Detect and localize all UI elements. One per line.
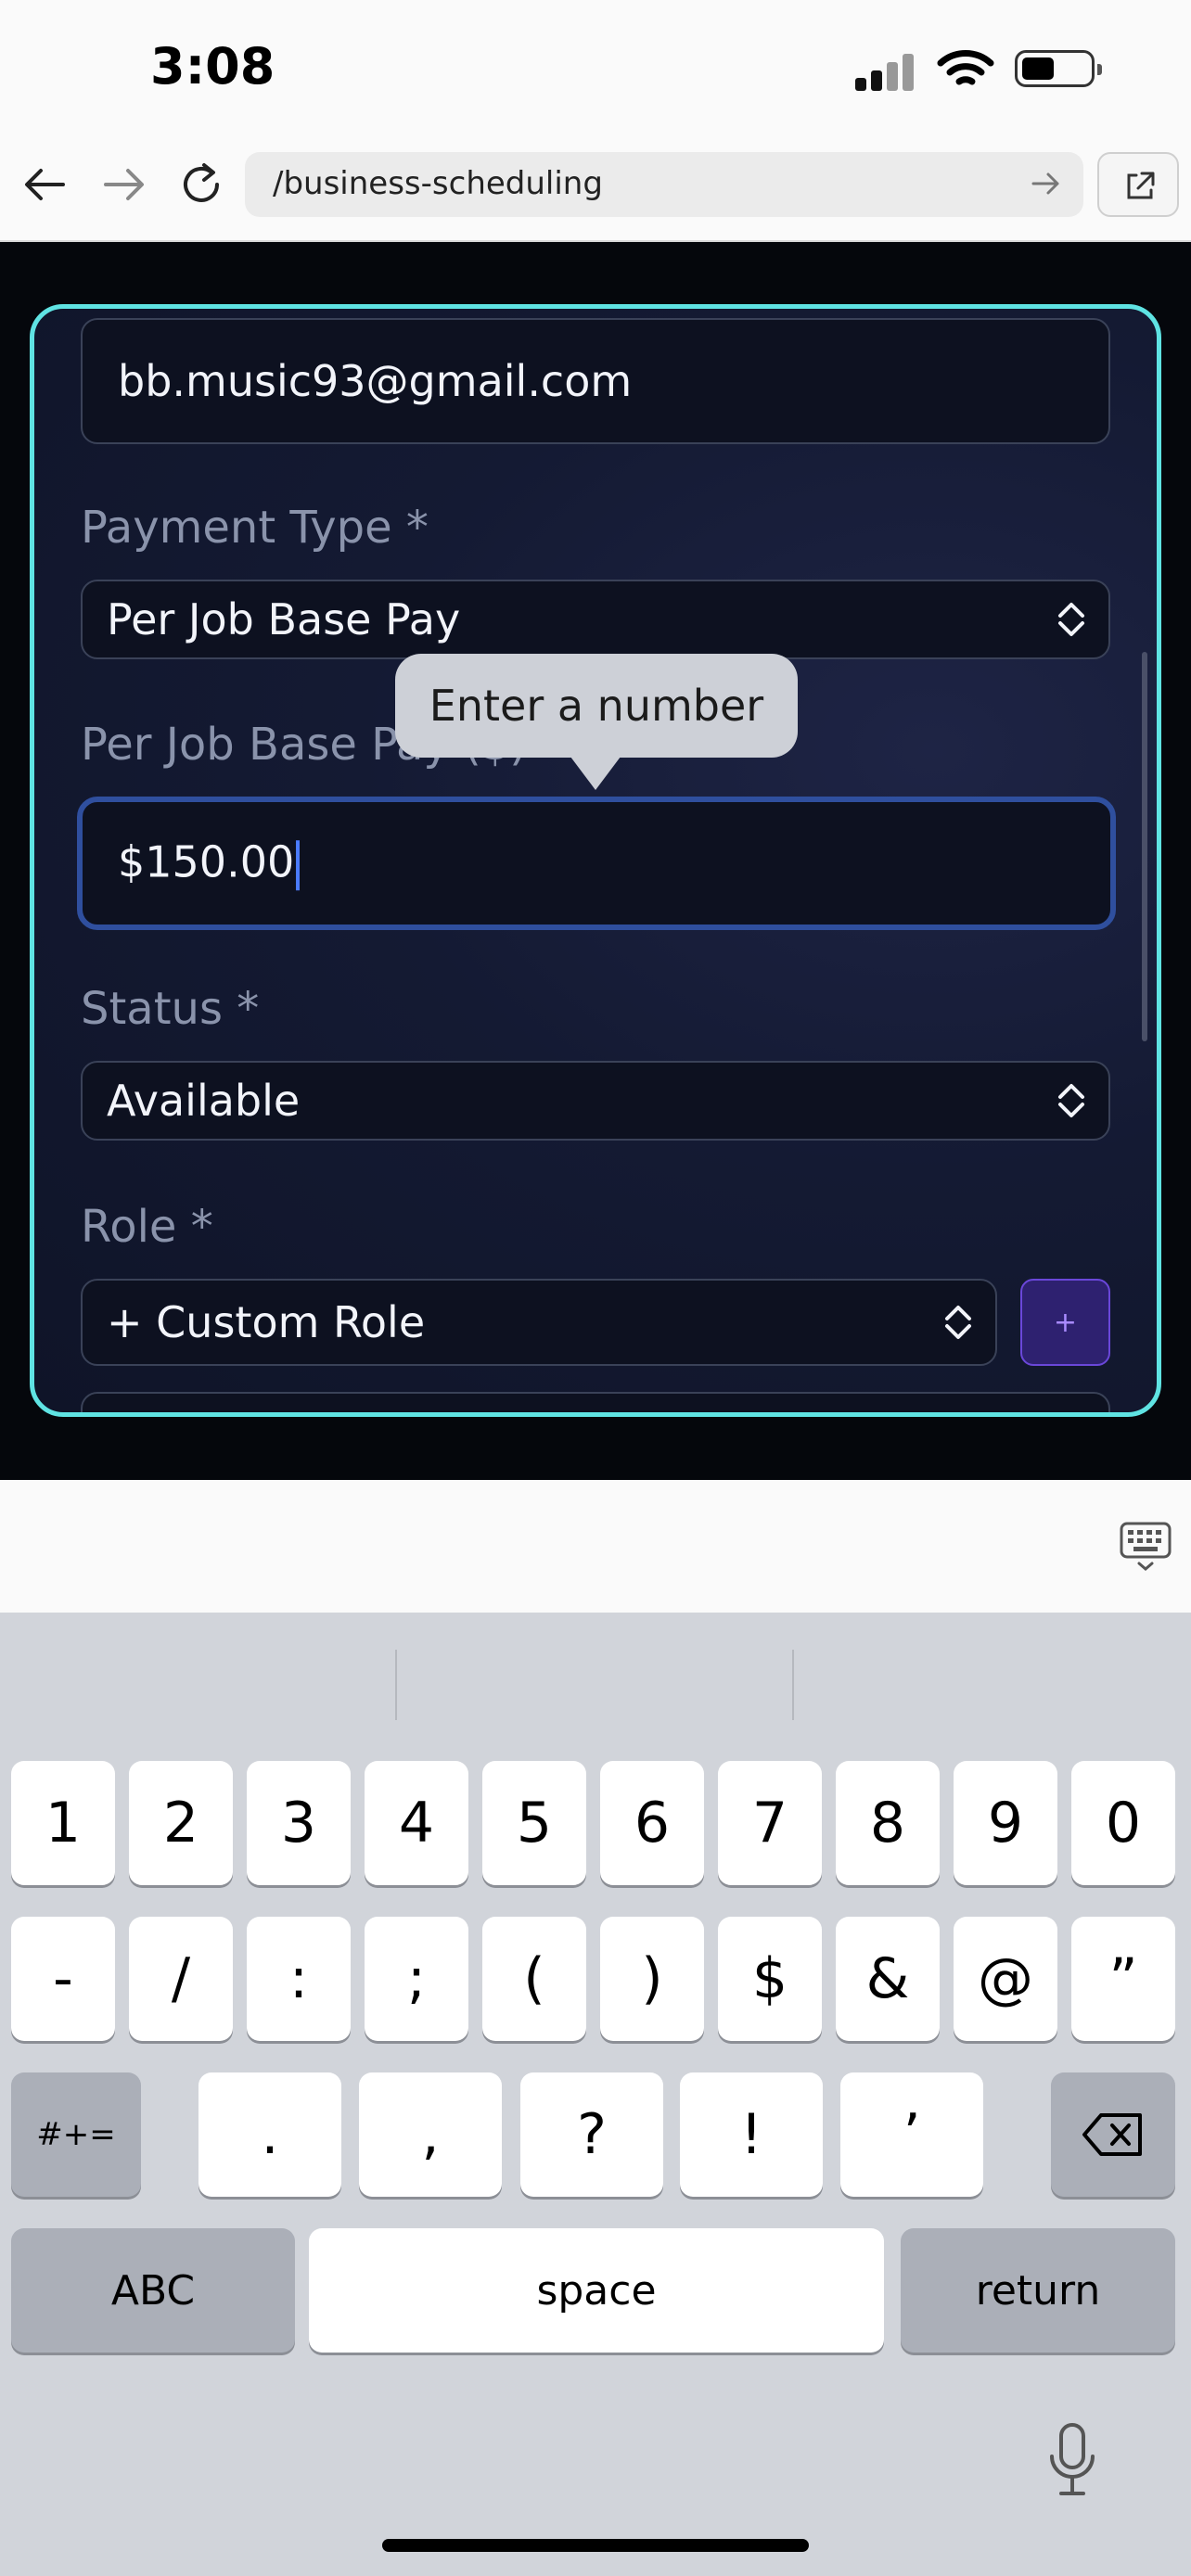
validation-tooltip: Enter a number <box>395 654 798 758</box>
forward-arrow-icon[interactable] <box>102 165 147 204</box>
role-label: Role * <box>81 1201 213 1253</box>
home-indicator <box>382 2539 809 2552</box>
keyboard-accessory-bar <box>0 1480 1191 1613</box>
url-text: /business-scheduling <box>273 165 603 202</box>
keyboard-hide-icon[interactable] <box>1119 1521 1172 1573</box>
key-6[interactable]: 6 <box>600 1761 704 1885</box>
tooltip-arrow <box>568 753 623 790</box>
reload-icon[interactable] <box>176 159 226 210</box>
key-question[interactable]: ? <box>520 2072 663 2197</box>
abc-key[interactable]: ABC <box>11 2228 295 2353</box>
key-period[interactable]: . <box>198 2072 341 2197</box>
key-exclamation[interactable]: ! <box>680 2072 823 2197</box>
key-0[interactable]: 0 <box>1071 1761 1175 1885</box>
text-cursor <box>296 839 301 890</box>
key-1[interactable]: 1 <box>11 1761 115 1885</box>
chevron-updown-icon <box>1058 603 1084 636</box>
microphone-icon[interactable] <box>1044 2421 1100 2499</box>
key-comma[interactable]: , <box>359 2072 502 2197</box>
payment-type-label: Payment Type * <box>81 502 429 554</box>
staff-form-modal: bb.music93@gmail.com Payment Type * Per … <box>30 304 1161 1417</box>
add-role-button[interactable]: + <box>1020 1279 1110 1366</box>
key-7[interactable]: 7 <box>718 1761 822 1885</box>
wifi-icon <box>937 50 994 85</box>
modal-scrollbar[interactable] <box>1142 652 1147 1041</box>
status-select[interactable]: Available <box>81 1061 1110 1141</box>
chevron-updown-icon <box>945 1306 971 1339</box>
payment-type-select[interactable]: Per Job Base Pay <box>81 580 1110 659</box>
key-apostrophe[interactable]: ’ <box>840 2072 983 2197</box>
key-5[interactable]: 5 <box>482 1761 586 1885</box>
key-slash[interactable]: / <box>129 1917 233 2041</box>
key-hyphen[interactable]: - <box>11 1917 115 2041</box>
key-8[interactable]: 8 <box>836 1761 940 1885</box>
key-quote[interactable]: ” <box>1071 1917 1175 2041</box>
email-field[interactable]: bb.music93@gmail.com <box>81 318 1110 444</box>
return-key[interactable]: return <box>901 2228 1175 2353</box>
next-field-edge <box>81 1392 1110 1412</box>
chevron-updown-icon <box>1058 1084 1084 1117</box>
suggestion-separator <box>792 1650 794 1720</box>
role-select[interactable]: + Custom Role <box>81 1279 997 1366</box>
key-3[interactable]: 3 <box>247 1761 351 1885</box>
numeric-keyboard: 1 2 3 4 5 6 7 8 9 0 - / : ; ( ) $ & @ ” … <box>0 1613 1191 2576</box>
signal-icon <box>855 52 915 91</box>
external-link-button[interactable] <box>1097 152 1179 217</box>
key-4[interactable]: 4 <box>365 1761 468 1885</box>
key-at[interactable]: @ <box>954 1917 1057 2041</box>
key-open-paren[interactable]: ( <box>482 1917 586 2041</box>
go-arrow-icon[interactable] <box>1028 165 1065 202</box>
space-key[interactable]: space <box>309 2228 884 2353</box>
status-time: 3:08 <box>150 37 275 96</box>
backspace-key[interactable] <box>1051 2072 1175 2197</box>
key-dollar[interactable]: $ <box>718 1917 822 2041</box>
status-label: Status * <box>81 983 260 1035</box>
base-pay-input[interactable]: $150.00 <box>77 797 1116 930</box>
external-link-icon <box>1127 172 1155 199</box>
key-2[interactable]: 2 <box>129 1761 233 1885</box>
key-colon[interactable]: : <box>247 1917 351 2041</box>
symbols-toggle-key[interactable]: #+= <box>11 2072 141 2197</box>
key-close-paren[interactable]: ) <box>600 1917 704 2041</box>
back-arrow-icon[interactable] <box>22 165 67 204</box>
backspace-icon <box>1082 2113 1142 2156</box>
key-9[interactable]: 9 <box>954 1761 1057 1885</box>
key-ampersand[interactable]: & <box>836 1917 940 2041</box>
url-bar[interactable]: /business-scheduling <box>245 152 1083 217</box>
suggestion-separator <box>395 1650 397 1720</box>
battery-icon <box>1015 50 1102 87</box>
key-semicolon[interactable]: ; <box>365 1917 468 2041</box>
